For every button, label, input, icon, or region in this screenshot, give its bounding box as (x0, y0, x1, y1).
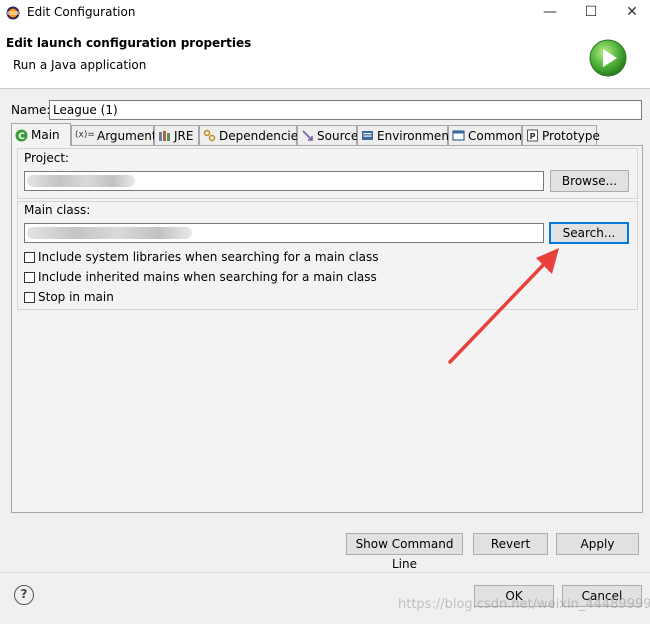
tab-arguments-label: Arguments (97, 128, 163, 143)
project-input[interactable] (24, 171, 544, 191)
tab-jre[interactable]: JRE (154, 125, 199, 145)
show-command-line-button[interactable]: Show Command Line (346, 533, 463, 571)
tab-prototype-label: Prototype (542, 128, 600, 143)
header-subtitle: Run a Java application (13, 58, 147, 72)
maximize-button[interactable]: ☐ (571, 0, 611, 26)
help-icon[interactable]: ? (14, 585, 34, 605)
browse-button[interactable]: Browse... (550, 170, 629, 192)
tab-source[interactable]: Source (297, 125, 359, 145)
name-label: Name: (11, 103, 51, 117)
main-class-label: Main class: (24, 203, 91, 217)
common-icon (452, 130, 465, 141)
jre-library-icon (159, 131, 170, 141)
tab-common-label: Common (468, 128, 523, 143)
bottom-separator (0, 572, 650, 573)
tab-jre-label: JRE (174, 128, 194, 143)
redacted-project-text (27, 175, 135, 187)
include-system-libraries-checkbox[interactable] (24, 252, 35, 263)
prototype-icon: P (527, 129, 538, 142)
eclipse-app-icon (6, 6, 20, 20)
svg-text:P: P (530, 132, 536, 141)
annotation-arrow-icon (448, 248, 559, 364)
tab-source-label: Source (317, 128, 359, 143)
svg-text:C: C (18, 132, 25, 142)
minimize-button[interactable]: — (530, 0, 570, 26)
dependencies-icon (203, 129, 216, 142)
stop-in-main-checkbox[interactable] (24, 292, 35, 303)
redacted-main-class-text (27, 227, 192, 239)
tab-dependencies-label: Dependencies (219, 128, 305, 143)
java-main-icon: C (15, 129, 28, 142)
window-title: Edit Configuration (27, 5, 136, 19)
apply-button[interactable]: Apply (556, 533, 639, 555)
tab-common[interactable]: Common (448, 125, 522, 145)
tab-main[interactable]: C Main (11, 123, 71, 146)
header-title: Edit launch configuration properties (6, 36, 252, 50)
stop-in-main-label: Stop in main (38, 290, 114, 304)
include-system-libraries-label: Include system libraries when searching … (38, 250, 379, 264)
include-inherited-mains-checkbox[interactable] (24, 272, 35, 283)
environment-icon (362, 131, 373, 140)
tab-prototype[interactable]: P Prototype (522, 125, 600, 145)
source-icon (302, 130, 313, 141)
revert-button[interactable]: Revert (473, 533, 548, 555)
tab-arguments[interactable]: (x)= Arguments (71, 125, 163, 145)
tab-environment-label: Environment (377, 128, 454, 143)
tab-main-label: Main (31, 128, 60, 142)
project-label: Project: (24, 151, 70, 165)
tab-environment[interactable]: Environment (357, 125, 454, 145)
name-input[interactable] (49, 100, 642, 120)
tab-dependencies[interactable]: Dependencies (199, 125, 304, 145)
include-inherited-mains-label: Include inherited mains when searching f… (38, 270, 377, 284)
run-icon (589, 39, 627, 77)
arguments-icon: (x)= (75, 130, 95, 140)
watermark: https://blog.csdn.net/weixin_44489999 (398, 597, 650, 612)
close-button[interactable]: ✕ (612, 0, 650, 26)
